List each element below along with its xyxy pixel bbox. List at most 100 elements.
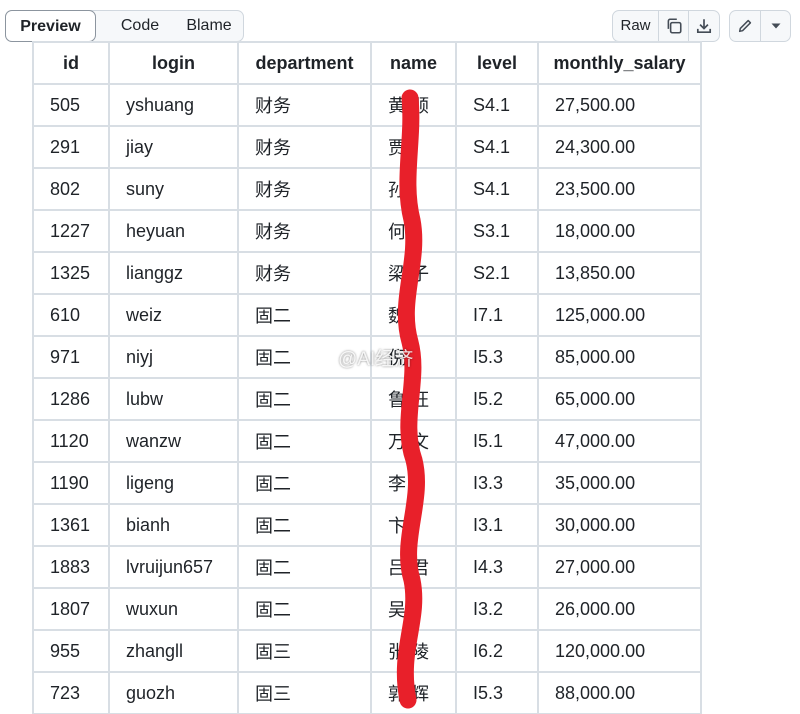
cell-monthly-salary: 88,000.00	[537, 671, 702, 714]
cell-id: 1190	[32, 461, 110, 505]
cell-department: 固三	[237, 671, 372, 714]
cell-level: I5.1	[455, 419, 539, 463]
cell-login: zhangll	[108, 629, 239, 673]
view-mode-switcher: Preview Code Blame	[5, 10, 244, 42]
cell-name: 张 陵	[370, 629, 457, 673]
cell-name: 黄 顺	[370, 83, 457, 127]
column-header-name[interactable]: name	[370, 41, 457, 85]
cell-level: S4.1	[455, 167, 539, 211]
download-icon	[696, 19, 712, 34]
cell-department: 财务	[237, 209, 372, 253]
table-row: 291 jiay 财务贾 S4.1 24,300.00	[32, 125, 702, 169]
pencil-icon	[738, 19, 752, 33]
tab-blame[interactable]: Blame	[178, 11, 240, 41]
cell-name: 李	[370, 461, 457, 505]
cell-id: 955	[32, 629, 110, 673]
copy-button[interactable]	[659, 11, 689, 41]
cell-level: S4.1	[455, 125, 539, 169]
cell-id: 610	[32, 293, 110, 337]
table-header-row: id login department name level monthly_s…	[32, 41, 702, 85]
edit-actions-group	[729, 10, 791, 42]
cell-monthly-salary: 27,000.00	[537, 545, 702, 589]
cell-name: 贾	[370, 125, 457, 169]
column-header-id[interactable]: id	[32, 41, 110, 85]
cell-login: lubw	[108, 377, 239, 421]
cell-login: niyj	[108, 335, 239, 379]
cell-level: I7.1	[455, 293, 539, 337]
column-header-monthly-salary[interactable]: monthly_salary	[537, 41, 702, 85]
cell-monthly-salary: 13,850.00	[537, 251, 702, 295]
table-row: 1227 heyuan 财务何 S3.1 18,000.00	[32, 209, 702, 253]
tab-code[interactable]: Code	[110, 11, 170, 41]
cell-level: I3.3	[455, 461, 539, 505]
cell-level: I4.3	[455, 545, 539, 589]
cell-name: 吴	[370, 587, 457, 631]
cell-id: 723	[32, 671, 110, 714]
watermark-text: @AI经济	[338, 349, 414, 370]
cell-level: I5.3	[455, 671, 539, 714]
cell-level: S2.1	[455, 251, 539, 295]
cell-id: 802	[32, 167, 110, 211]
cell-monthly-salary: 26,000.00	[537, 587, 702, 631]
cell-monthly-salary: 35,000.00	[537, 461, 702, 505]
cell-department: 固二	[237, 503, 372, 547]
cell-level: I3.2	[455, 587, 539, 631]
copy-icon	[667, 18, 682, 34]
cell-login: heyuan	[108, 209, 239, 253]
more-options-button[interactable]	[761, 11, 790, 41]
table-row: 1325 lianggz 财务梁 子 S2.1 13,850.00	[32, 251, 702, 295]
cell-id: 1286	[32, 377, 110, 421]
cell-id: 1883	[32, 545, 110, 589]
table-row: 1807 wuxun 固二吴 I3.2 26,000.00	[32, 587, 702, 631]
edit-button[interactable]	[730, 11, 761, 41]
cell-monthly-salary: 125,000.00	[537, 293, 702, 337]
cell-department: 财务	[237, 83, 372, 127]
cell-name: 卞	[370, 503, 457, 547]
cell-monthly-salary: 65,000.00	[537, 377, 702, 421]
cell-login: jiay	[108, 125, 239, 169]
cell-level: I3.1	[455, 503, 539, 547]
tab-preview[interactable]: Preview	[5, 10, 96, 42]
table-row: 1286 lubw 固二鲁 旺 I5.2 65,000.00	[32, 377, 702, 421]
raw-button[interactable]: Raw	[613, 11, 659, 41]
cell-login: ligeng	[108, 461, 239, 505]
column-header-login[interactable]: login	[108, 41, 239, 85]
cell-monthly-salary: 18,000.00	[537, 209, 702, 253]
cell-login: bianh	[108, 503, 239, 547]
column-header-department[interactable]: department	[237, 41, 372, 85]
cell-monthly-salary: 24,300.00	[537, 125, 702, 169]
cell-login: suny	[108, 167, 239, 211]
cell-login: weiz	[108, 293, 239, 337]
column-header-level[interactable]: level	[455, 41, 539, 85]
cell-id: 1361	[32, 503, 110, 547]
cell-name: 吕 君	[370, 545, 457, 589]
cell-monthly-salary: 47,000.00	[537, 419, 702, 463]
cell-login: guozh	[108, 671, 239, 714]
cell-login: wuxun	[108, 587, 239, 631]
cell-department: 财务	[237, 167, 372, 211]
cell-monthly-salary: 27,500.00	[537, 83, 702, 127]
cell-department: 固二	[237, 293, 372, 337]
cell-name: 魏	[370, 293, 457, 337]
cell-department: 固二	[237, 377, 372, 421]
table-row: 1190 ligeng 固二李 I3.3 35,000.00	[32, 461, 702, 505]
cell-department: 固二	[237, 545, 372, 589]
cell-level: S4.1	[455, 83, 539, 127]
cell-level: I6.2	[455, 629, 539, 673]
cell-login: lvruijun657	[108, 545, 239, 589]
cell-level: S3.1	[455, 209, 539, 253]
cell-login: lianggz	[108, 251, 239, 295]
download-button[interactable]	[689, 11, 719, 41]
cell-department: 财务	[237, 251, 372, 295]
table-row: 1883 lvruijun657 固二吕 君 I4.3 27,000.00	[32, 545, 702, 589]
cell-name: 梁 子	[370, 251, 457, 295]
cell-login: wanzw	[108, 419, 239, 463]
table-row: 610 weiz 固二魏 I7.1 125,000.00	[32, 293, 702, 337]
cell-department: 财务	[237, 125, 372, 169]
table-row: 1120 wanzw 固二万 文 I5.1 47,000.00	[32, 419, 702, 463]
cell-level: I5.3	[455, 335, 539, 379]
cell-id: 1120	[32, 419, 110, 463]
table-row: 1361 bianh 固二卞 I3.1 30,000.00	[32, 503, 702, 547]
cell-name: 万 文	[370, 419, 457, 463]
table-row: 505 yshuang 财务黄 顺 S4.1 27,500.00	[32, 83, 702, 127]
